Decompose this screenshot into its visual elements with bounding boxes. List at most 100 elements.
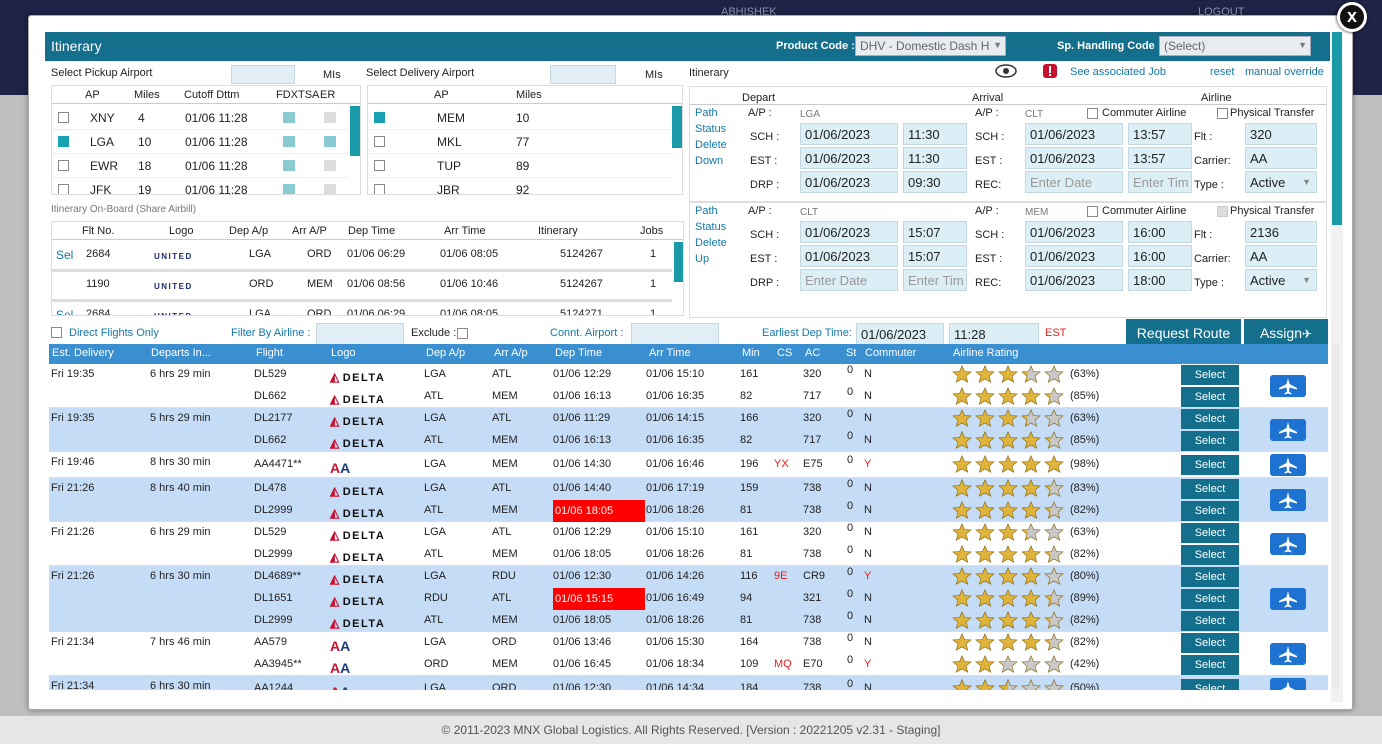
onboard-scroll-thumb[interactable] [674,242,683,282]
filter-airline-input[interactable] [316,323,404,345]
see-associated-job-link[interactable]: See associated Job [1070,66,1166,78]
dep-drp-time[interactable]: 09:30 [903,171,967,193]
select-button[interactable]: Select [1181,545,1239,565]
assign-route-button[interactable] [1270,678,1306,690]
reset-link[interactable]: reset [1210,66,1234,78]
flight-input[interactable]: 2136 [1245,221,1317,243]
delivery-checkbox[interactable] [374,160,385,171]
physical-transfer-checkbox[interactable] [1217,108,1228,119]
sp-handling-select[interactable]: (Select) ▼ [1159,36,1311,56]
select-button[interactable]: Select [1181,409,1239,429]
pickup-row[interactable]: LGA 10 01/06 11:28 [52,130,348,154]
direct-flights-checkbox[interactable] [51,327,62,338]
pickup-checkbox[interactable] [58,160,69,171]
select-button[interactable]: Select [1181,633,1239,653]
commuter-checkbox[interactable] [1087,206,1098,217]
select-button[interactable]: Select [1181,455,1239,475]
manual-override-link[interactable]: manual override [1245,66,1324,78]
dep-est-date[interactable]: 01/06/2023 [800,147,898,169]
select-button[interactable]: Select [1181,431,1239,451]
delivery-checkbox[interactable] [374,112,385,123]
delivery-row[interactable]: JBR 92 [368,178,670,194]
carrier-input[interactable]: AA [1245,147,1317,169]
pickup-row[interactable]: XNY 4 01/06 11:28 [52,106,348,130]
dep-est-time[interactable]: 11:30 [903,147,967,169]
path-leg-status-link[interactable]: Status [695,221,726,233]
select-button[interactable]: Select [1181,501,1239,521]
pickup-scroll-thumb[interactable] [350,106,360,156]
delivery-scroll-thumb[interactable] [672,106,682,148]
earliest-time-input[interactable]: 11:28 [949,323,1039,346]
pickup-row[interactable]: EWR 18 01/06 11:28 [52,154,348,178]
physical-transfer-checkbox[interactable] [1217,206,1228,217]
select-button[interactable]: Select [1181,655,1239,675]
select-button[interactable]: Select [1181,387,1239,407]
arr-sch-time[interactable]: 13:57 [1128,123,1192,145]
assign-route-button[interactable] [1270,419,1306,441]
assign-route-button[interactable] [1270,454,1306,476]
flight-input[interactable]: 320 [1245,123,1317,145]
path-leg-delete-link[interactable]: Delete [695,139,727,151]
path-leg-status-link[interactable]: Status [695,123,726,135]
assign-route-button[interactable] [1270,489,1306,511]
dep-drp-date[interactable]: Enter Date [800,269,898,291]
assign-button[interactable]: Assign✈ [1244,319,1328,347]
delivery-row[interactable]: MEM 10 [368,106,670,130]
assign-route-button[interactable] [1270,588,1306,610]
commuter-checkbox[interactable] [1087,108,1098,119]
dep-est-time[interactable]: 15:07 [903,245,967,267]
exclude-checkbox[interactable] [457,328,468,339]
pickup-row[interactable]: JFK 19 01/06 11:28 [52,178,348,194]
scrollbar-thumb[interactable] [1332,32,1342,225]
select-button[interactable]: Select [1181,365,1239,385]
delivery-row[interactable]: MKL 77 [368,130,670,154]
dep-sch-time[interactable]: 11:30 [903,123,967,145]
arr-sch-time[interactable]: 16:00 [1128,221,1192,243]
arr-sch-date[interactable]: 01/06/2023 [1025,123,1123,145]
path-leg-up-link[interactable]: Up [695,253,709,265]
type-select[interactable]: Active ▼ [1245,171,1317,193]
select-button[interactable]: Select [1181,523,1239,543]
select-button[interactable]: Select [1181,567,1239,587]
dep-est-date[interactable]: 01/06/2023 [800,245,898,267]
assign-route-button[interactable] [1270,375,1306,397]
onboard-sel-link[interactable]: Sel [56,308,73,315]
assign-route-button[interactable] [1270,533,1306,555]
path-leg-path-link[interactable]: Path [695,107,718,119]
arr-rec-date[interactable]: 01/06/2023 [1025,269,1123,291]
delivery-checkbox[interactable] [374,184,385,194]
path-leg-path-link[interactable]: Path [695,205,718,217]
arr-rec-time[interactable]: Enter Tim [1128,171,1192,193]
carrier-input[interactable]: AA [1245,245,1317,267]
conn-airport-input[interactable] [631,323,719,345]
product-code-select[interactable]: DHV - Domestic Dash H ▼ [855,36,1006,56]
dep-sch-date[interactable]: 01/06/2023 [800,123,898,145]
dep-sch-time[interactable]: 15:07 [903,221,967,243]
select-button[interactable]: Select [1181,589,1239,609]
pickup-checkbox[interactable] [58,136,69,147]
arr-est-date[interactable]: 01/06/2023 [1025,245,1123,267]
request-route-button[interactable]: Request Route [1126,319,1241,347]
dep-drp-time[interactable]: Enter Tim [903,269,967,291]
pickup-checkbox[interactable] [58,184,69,194]
earliest-date-input[interactable]: 01/06/2023 [856,323,944,346]
dep-sch-date[interactable]: 01/06/2023 [800,221,898,243]
select-button[interactable]: Select [1181,479,1239,499]
pickup-miles-input[interactable] [231,65,295,84]
path-leg-down-link[interactable]: Down [695,155,723,167]
arr-rec-date[interactable]: Enter Date [1025,171,1123,193]
path-leg-delete-link[interactable]: Delete [695,237,727,249]
arr-sch-date[interactable]: 01/06/2023 [1025,221,1123,243]
delivery-miles-input[interactable] [550,65,616,84]
arr-rec-time[interactable]: 18:00 [1128,269,1192,291]
select-button[interactable]: Select [1181,611,1239,631]
arr-est-date[interactable]: 01/06/2023 [1025,147,1123,169]
arr-est-time[interactable]: 16:00 [1128,245,1192,267]
select-button[interactable]: Select [1181,679,1239,690]
close-button[interactable]: x [1337,2,1367,32]
eye-icon[interactable] [995,64,1017,78]
delivery-checkbox[interactable] [374,136,385,147]
arr-est-time[interactable]: 13:57 [1128,147,1192,169]
dep-drp-date[interactable]: 01/06/2023 [800,171,898,193]
pickup-checkbox[interactable] [58,112,69,123]
